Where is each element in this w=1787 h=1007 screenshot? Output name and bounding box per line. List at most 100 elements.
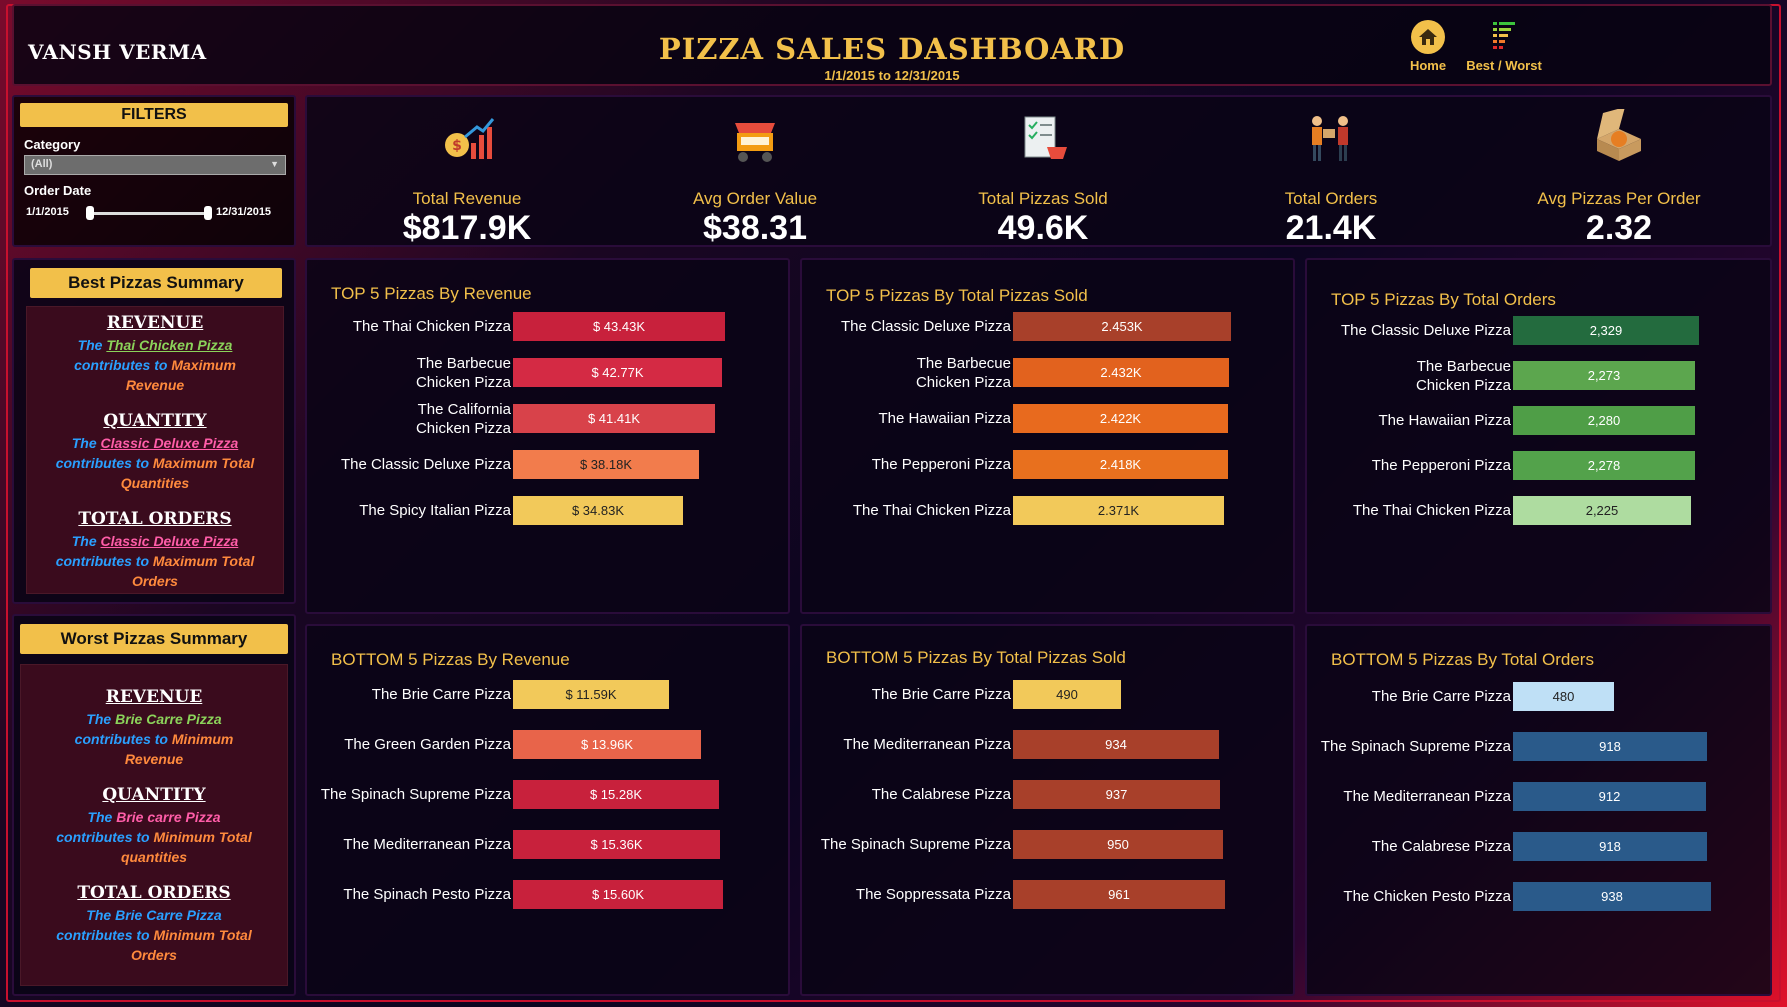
food-cart-icon xyxy=(735,123,775,162)
bar[interactable]: 2,225 xyxy=(1513,496,1691,525)
bar[interactable]: $ 11.59K xyxy=(513,680,669,709)
chart-top-pizzas-sold: TOP 5 Pizzas By Total Pizzas Sold The Cla… xyxy=(800,258,1295,614)
bar[interactable]: 938 xyxy=(1513,882,1711,911)
bar[interactable]: 2,278 xyxy=(1513,451,1695,480)
kpi-panel: $ Total Revenue $817.9K Avg Order Value … xyxy=(305,95,1772,247)
category-label: The Chicken Pesto Pizza xyxy=(1343,888,1511,905)
category-label: The Spinach Pesto Pizza xyxy=(343,886,511,903)
bar[interactable]: 912 xyxy=(1513,782,1706,811)
category-label: The Spicy Italian Pizza xyxy=(359,502,511,519)
bar[interactable]: 490 xyxy=(1013,680,1121,709)
worst-summary-body: REVENUE The Brie Carre Pizza contributes… xyxy=(20,664,288,986)
order-date-label: Order Date xyxy=(24,183,92,198)
bar[interactable]: 918 xyxy=(1513,732,1707,761)
category-label: The Thai Chicken Pizza xyxy=(1352,502,1511,519)
data-label: 2.432K xyxy=(1100,365,1142,380)
bar[interactable]: $ 15.36K xyxy=(513,830,720,859)
bar[interactable]: $ 43.43K xyxy=(513,312,725,341)
data-label: $ 15.36K xyxy=(590,837,643,852)
chart-title: TOP 5 Pizzas By Revenue xyxy=(331,284,532,303)
category-label: The Thai Chicken Pizza xyxy=(352,318,511,335)
bar[interactable]: 480 xyxy=(1513,682,1614,711)
order-date-slider[interactable]: 1/1/2015 12/31/2015 xyxy=(24,205,292,221)
category-label: The Barbecue Chicken Pizza xyxy=(1415,358,1511,394)
chart-title: TOP 5 Pizzas By Total Pizzas Sold xyxy=(826,286,1088,305)
money-chart-icon: $ xyxy=(445,118,495,159)
slider-start-handle[interactable] xyxy=(86,206,94,220)
data-label: $ 15.60K xyxy=(591,887,645,902)
bar[interactable]: 2.432K xyxy=(1013,358,1229,387)
bar[interactable]: 934 xyxy=(1013,730,1219,759)
data-label: 2.418K xyxy=(1099,457,1142,472)
summary-text: The Brie Carre Pizza contributes to Mini… xyxy=(74,711,234,767)
bar[interactable]: $ 38.18K xyxy=(513,450,699,479)
best-worst-button[interactable]: Best / Worst xyxy=(1454,20,1554,73)
bar[interactable]: 937 xyxy=(1013,780,1220,809)
data-label: 2.371K xyxy=(1097,503,1140,518)
pizza-name: Classic Deluxe Pizza xyxy=(100,533,239,549)
chart-title: TOP 5 Pizzas By Total Orders xyxy=(1331,290,1556,309)
category-label: The Brie Carre Pizza xyxy=(371,686,511,703)
home-label: Home xyxy=(1409,58,1447,73)
bar[interactable]: 918 xyxy=(1513,832,1707,861)
slider-end-handle[interactable] xyxy=(204,206,212,220)
data-label: 2,329 xyxy=(1589,323,1623,338)
category-label: The Pepperoni Pizza xyxy=(871,456,1011,473)
bar[interactable]: 2.422K xyxy=(1013,404,1228,433)
category-label: The Calabrese Pizza xyxy=(871,786,1011,803)
bar[interactable]: 950 xyxy=(1013,830,1223,859)
filters-panel: FILTERS Category (All) ▼ Order Date 1/1/… xyxy=(12,95,296,247)
category-label: The Green Garden Pizza xyxy=(344,736,511,753)
data-label: 918 xyxy=(1599,839,1621,854)
kpi-total-pizzas-sold: Total Pizzas Sold 49.6K xyxy=(898,97,1188,247)
pizza-name: Classic Deluxe Pizza xyxy=(100,435,239,451)
category-label: The Mediterranean Pizza xyxy=(1343,788,1511,805)
best-summary-body: REVENUE The Thai Chicken Pizza contribut… xyxy=(26,306,284,594)
kpi-value: $817.9K xyxy=(402,209,532,247)
data-label: 480 xyxy=(1552,689,1575,704)
bar[interactable]: 2,280 xyxy=(1513,406,1695,435)
data-label: $ 11.59K xyxy=(565,687,617,702)
kpi-value: 21.4K xyxy=(1285,209,1377,247)
chart-top-revenue: TOP 5 Pizzas By Revenue The Thai Chicken … xyxy=(305,258,790,614)
bar[interactable]: 2,273 xyxy=(1513,361,1695,390)
bar[interactable]: 2.418K xyxy=(1013,450,1228,479)
bar[interactable]: 961 xyxy=(1013,880,1225,909)
bar[interactable]: 2.453K xyxy=(1013,312,1231,341)
bar[interactable]: 2.371K xyxy=(1013,496,1224,525)
category-label: The Classic Deluxe Pizza xyxy=(1340,322,1511,339)
bar[interactable]: $ 41.41K xyxy=(513,404,715,433)
summary-heading: TOTAL ORDERS xyxy=(77,883,231,903)
summary-heading: REVENUE xyxy=(106,313,204,333)
data-label: $ 34.83K xyxy=(571,503,625,518)
category-value: (All) xyxy=(31,158,53,170)
summary-text: The Classic Deluxe Pizza contributes to … xyxy=(55,435,255,491)
summary-text: The Brie Carre Pizza contributes to Mini… xyxy=(56,907,252,963)
pizza-name: Brie carre Pizza xyxy=(116,809,221,825)
bar[interactable]: $ 13.96K xyxy=(513,730,701,759)
chart-bottom-pizzas-sold: BOTTOM 5 Pizzas By Total Pizzas Sold The … xyxy=(800,624,1295,996)
home-button[interactable]: Home xyxy=(1398,20,1458,73)
data-label: 912 xyxy=(1598,789,1621,804)
bar[interactable]: $ 34.83K xyxy=(513,496,683,525)
filters-title: FILTERS xyxy=(20,103,288,127)
category-label: The Mediterranean Pizza xyxy=(343,836,511,853)
pizza-name: Thai Chicken Pizza xyxy=(106,337,233,353)
category-label: The Barbecue Chicken Pizza xyxy=(915,355,1011,391)
best-summary-title: Best Pizzas Summary xyxy=(30,268,282,298)
slider-track[interactable] xyxy=(88,212,208,215)
bar[interactable]: $ 15.60K xyxy=(513,880,723,909)
bar[interactable]: $ 42.77K xyxy=(513,358,722,387)
category-select[interactable]: (All) ▼ xyxy=(24,155,286,175)
chevron-down-icon: ▼ xyxy=(270,159,279,169)
chart-bottom-orders: BOTTOM 5 Pizzas By Total Orders The Brie … xyxy=(1305,624,1772,996)
bar[interactable]: $ 15.28K xyxy=(513,780,719,809)
bar[interactable]: 2,329 xyxy=(1513,316,1699,345)
data-label: 937 xyxy=(1105,787,1128,802)
summary-heading: REVENUE xyxy=(105,687,203,707)
summary-text: The Brie carre Pizza contributes to Mini… xyxy=(56,809,252,865)
category-label: The Mediterranean Pizza xyxy=(843,736,1011,753)
kpi-value: 2.32 xyxy=(1585,209,1653,247)
best-worst-label: Best / Worst xyxy=(1466,58,1542,73)
date-end: 12/31/2015 xyxy=(216,206,272,218)
